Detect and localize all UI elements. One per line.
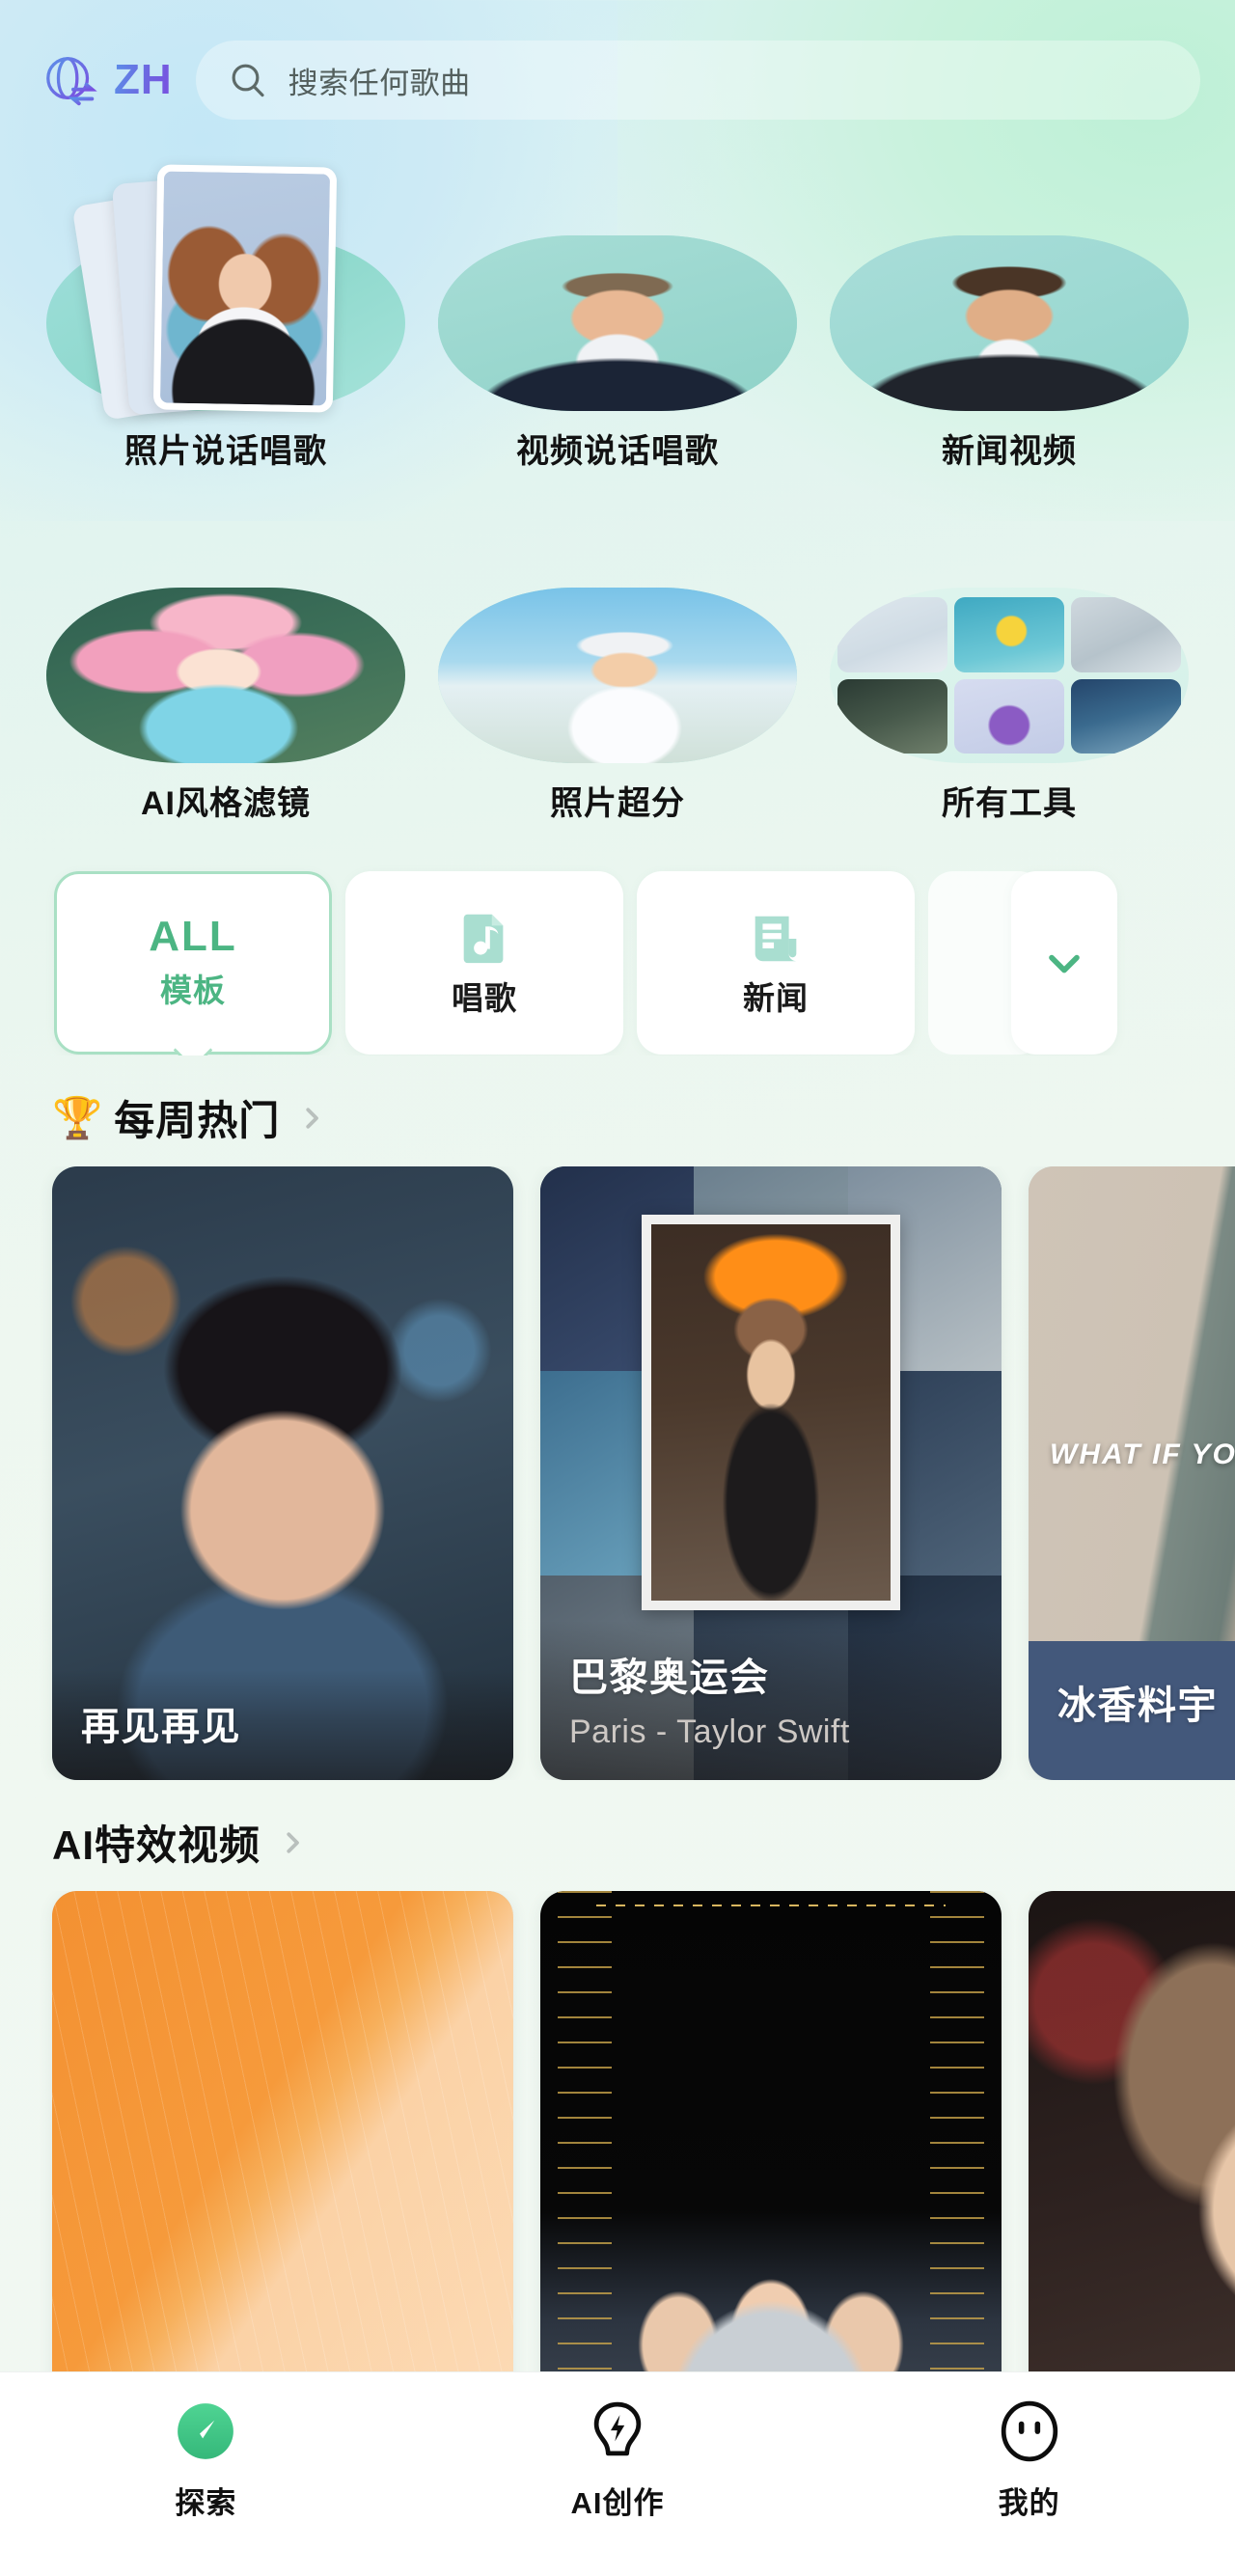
feature-label: 所有工具: [942, 785, 1077, 822]
template-card[interactable]: 巴黎奥运会 Paris - Taylor Swift: [540, 1166, 1002, 1780]
feature-ai-style-filter[interactable]: AI风格滤镜: [39, 501, 413, 824]
anime-portrait-image: [46, 588, 405, 763]
feature-photo-upscale[interactable]: 照片超分: [430, 501, 805, 824]
card-overlay-text: WHAT IF YOU: [1050, 1439, 1235, 1470]
tab-label: 模板: [160, 973, 226, 1009]
chevron-down-icon: [1049, 954, 1080, 973]
app-screen: ZH 搜索任何歌曲 照片说话唱歌 视频说话唱歌 新闻视频 AI风格滤镜 照片超分…: [0, 0, 1235, 2576]
smiley-face-icon: [1001, 2400, 1057, 2462]
chevron-right-icon: [287, 1831, 299, 1853]
card-meta: 再见再见: [52, 1670, 513, 1780]
card-subtitle: Paris - Taylor Swift: [569, 1713, 850, 1750]
feature-art: [438, 149, 797, 411]
search-icon: [232, 64, 264, 97]
feature-grid: 照片说话唱歌 视频说话唱歌 新闻视频 AI风格滤镜 照片超分 所有工具: [0, 127, 1235, 853]
feature-news-video[interactable]: 新闻视频: [822, 149, 1196, 472]
pill-background: [46, 588, 405, 763]
feature-art: [830, 149, 1189, 411]
feature-label: AI风格滤镜: [141, 785, 311, 822]
feature-label: 照片超分: [550, 785, 685, 822]
pill-background: [830, 235, 1189, 411]
photo-stack-icon: [71, 152, 366, 421]
card-title: 冰香料宇: [1057, 1685, 1218, 1727]
man-in-suit-image: [438, 235, 797, 411]
category-tab-bar: ALL 模板 唱歌 新闻: [0, 853, 1235, 1055]
bottom-navigation-bar: 探索 AI创作 我的: [0, 2371, 1235, 2576]
feature-art: [830, 501, 1189, 763]
beach-portrait-image: [438, 588, 797, 763]
template-card[interactable]: WHAT IF YOU 冰香料宇: [1029, 1166, 1235, 1780]
tab-sing[interactable]: 唱歌: [345, 871, 623, 1055]
section-title: AI特效视频: [52, 1822, 261, 1868]
feature-art: [46, 149, 405, 421]
section-title: 每周热门: [114, 1098, 281, 1143]
app-logo[interactable]: ZH: [42, 50, 173, 110]
feature-label: 照片说话唱歌: [124, 433, 327, 470]
section-header-weekly-hot[interactable]: 🏆 每周热门: [0, 1055, 1235, 1166]
nav-label: 我的: [998, 2486, 1060, 2520]
card-meta: 巴黎奥运会 Paris - Taylor Swift: [540, 1621, 1002, 1780]
feature-art: [438, 501, 797, 763]
feature-label: 新闻视频: [942, 433, 1077, 470]
pill-background: [438, 588, 797, 763]
search-placeholder: 搜索任何歌曲: [288, 66, 471, 100]
tab-label: 唱歌: [452, 980, 517, 1016]
pill-background: [438, 235, 797, 411]
tab-expand-button[interactable]: [1011, 871, 1117, 1055]
card-meta: 冰香料宇: [1029, 1641, 1235, 1780]
trophy-icon: 🏆: [52, 1094, 103, 1140]
news-anchor-image: [830, 235, 1189, 411]
globe-translate-icon: [46, 57, 97, 106]
template-card[interactable]: 再见再见: [52, 1166, 513, 1780]
music-note-doc-icon: [463, 914, 504, 964]
tool-thumbnail-grid: [837, 597, 1181, 754]
feature-video-talk-sing[interactable]: 视频说话唱歌: [430, 149, 805, 472]
search-input[interactable]: 搜索任何歌曲: [195, 41, 1200, 120]
nav-label: AI创作: [570, 2486, 665, 2520]
framed-portrait: [642, 1215, 900, 1610]
card-title: 巴黎奥运会: [569, 1657, 770, 1699]
pill-background: [830, 588, 1189, 763]
feature-art: [46, 501, 405, 763]
tab-all-templates[interactable]: ALL 模板: [54, 871, 332, 1055]
tab-label: 新闻: [743, 980, 809, 1016]
feature-label: 视频说话唱歌: [516, 433, 719, 470]
nav-item-mine[interactable]: 我的: [823, 2399, 1235, 2522]
nav-label: 探索: [175, 2486, 237, 2520]
tab-all-text: ALL: [149, 912, 237, 960]
card-title: 再见再见: [81, 1706, 241, 1748]
header: ZH 搜索任何歌曲: [0, 0, 1235, 127]
nav-item-ai-create[interactable]: AI创作: [412, 2399, 824, 2522]
compass-icon: [178, 2403, 234, 2459]
nav-item-explore[interactable]: 探索: [0, 2399, 412, 2522]
feature-photo-talk-sing[interactable]: 照片说话唱歌: [39, 149, 413, 472]
chevron-right-icon: [306, 1107, 319, 1129]
tab-news[interactable]: 新闻: [637, 871, 915, 1055]
weekly-hot-card-row[interactable]: 再见再见 巴黎奥运会 Paris - Taylor Swift WHAT IF …: [0, 1166, 1235, 1780]
feature-all-tools[interactable]: 所有工具: [822, 501, 1196, 824]
news-doc-icon: [755, 916, 797, 962]
bulb-bolt-icon: [593, 2401, 642, 2456]
logo-text: ZH: [114, 56, 173, 103]
section-header-ai-fx-video[interactable]: AI特效视频: [0, 1780, 1235, 1891]
